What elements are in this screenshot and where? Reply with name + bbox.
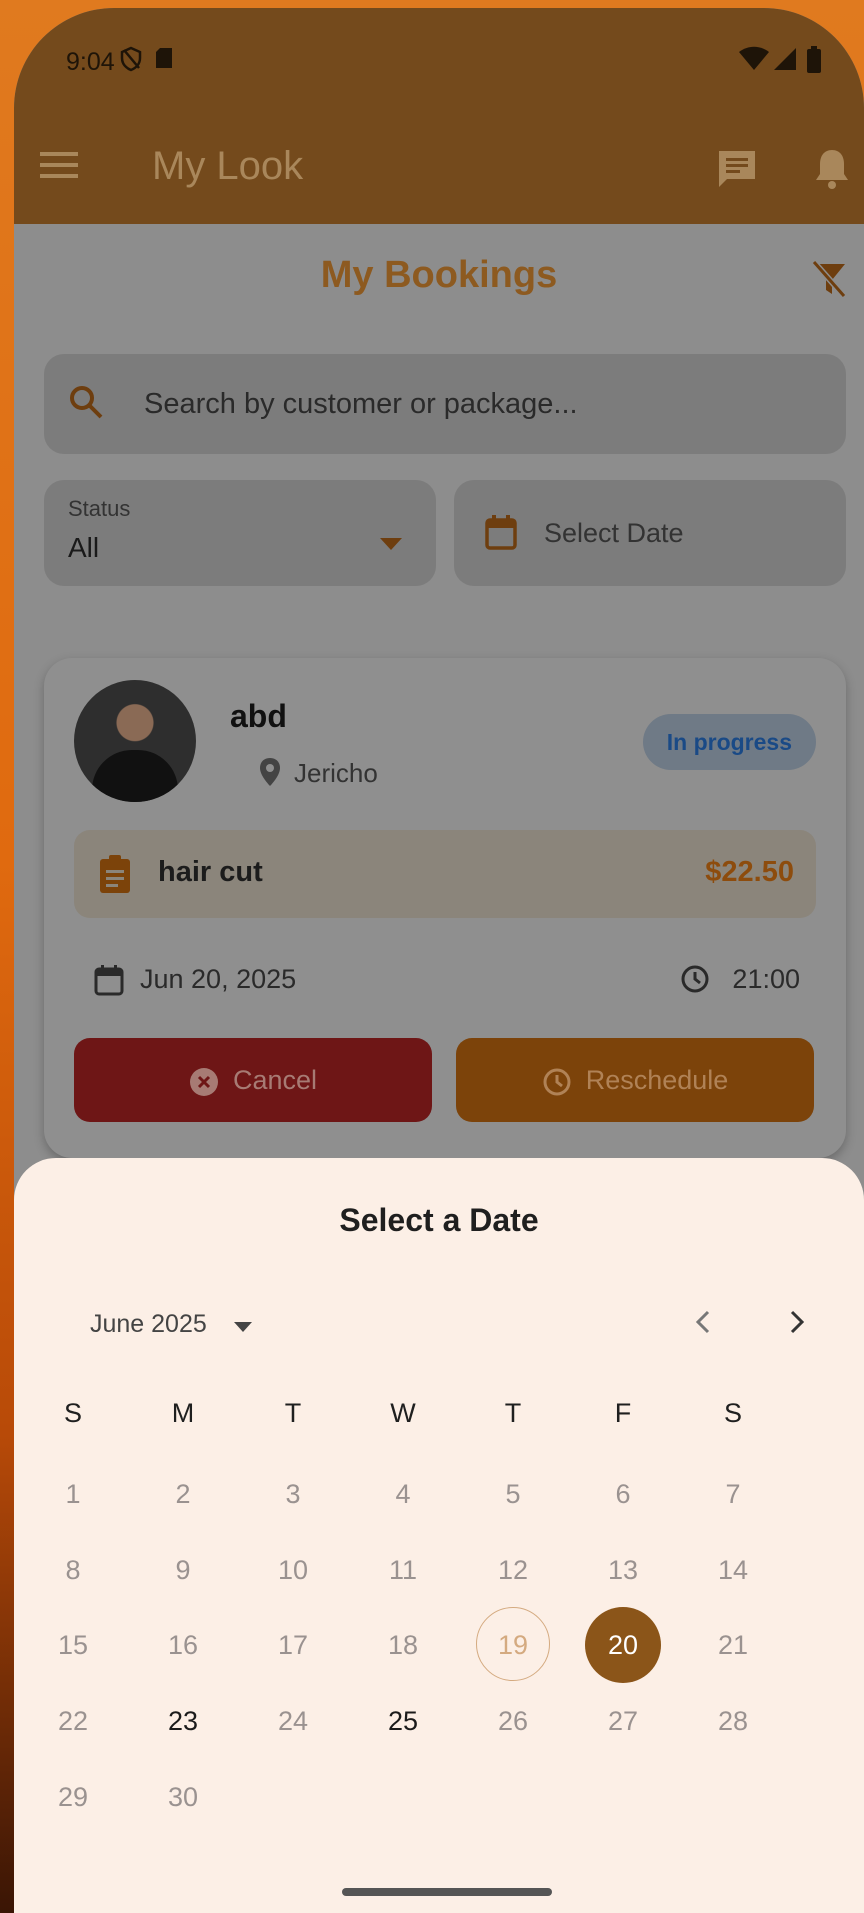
status-badge: In progress: [642, 714, 816, 770]
calendar-day: 18: [387, 1630, 419, 1660]
weekday-header: M: [171, 1398, 195, 1428]
package-price: $22.50: [705, 856, 794, 888]
page-title: My Bookings: [320, 254, 558, 296]
clear-filter-icon[interactable]: [810, 260, 848, 298]
calendar-day: 21: [717, 1630, 749, 1660]
customer-location: Jericho: [294, 758, 378, 788]
shield-icon: [120, 46, 142, 72]
menu-icon[interactable]: [40, 150, 78, 180]
chevron-down-icon[interactable]: [234, 1322, 252, 1332]
weekday-header: S: [723, 1398, 742, 1428]
calendar-day: 29: [57, 1782, 89, 1812]
avatar: [74, 680, 196, 802]
status-value: All: [68, 532, 100, 563]
reschedule-label: Reschedule: [585, 1065, 729, 1095]
calendar-day: 15: [57, 1630, 89, 1660]
calendar-day: 14: [717, 1555, 749, 1585]
reschedule-button[interactable]: Reschedule: [456, 1038, 814, 1122]
weekday-header: T: [284, 1398, 302, 1428]
calendar-day: 8: [65, 1555, 81, 1585]
status-dropdown[interactable]: Status All: [44, 480, 436, 586]
calendar-day: 22: [57, 1706, 89, 1736]
month-selector[interactable]: June 2025: [90, 1310, 207, 1339]
app-title: My Look: [152, 144, 304, 188]
package-row: hair cut $22.50: [74, 830, 816, 918]
search-input[interactable]: Search by customer or package...: [44, 354, 846, 454]
calendar-day: 16: [167, 1630, 199, 1660]
calendar-day: 7: [725, 1479, 741, 1509]
calendar-day: 26: [497, 1706, 529, 1736]
calendar-day: 9: [175, 1555, 191, 1585]
sheet-title: Select a Date: [339, 1202, 539, 1238]
clock-icon: [681, 965, 709, 993]
app-bar: My Look: [14, 108, 864, 224]
calendar-day: 2: [175, 1479, 191, 1509]
status-label: Status: [68, 496, 131, 521]
calendar-day: 3: [285, 1479, 301, 1509]
calendar-day: 17: [277, 1630, 309, 1660]
date-picker-sheet: Select a Date June 2025 SMTWTFS123456789…: [14, 1158, 864, 1913]
calendar-day: 1: [65, 1479, 81, 1509]
home-indicator: [342, 1888, 552, 1896]
weekday-header: F: [614, 1398, 632, 1428]
weekday-header: T: [504, 1398, 522, 1428]
bell-icon[interactable]: [814, 146, 850, 190]
date-filter-button[interactable]: Select Date: [454, 480, 846, 586]
weekday-header: S: [63, 1398, 82, 1428]
calendar-day: 12: [497, 1555, 529, 1585]
calendar-day: 5: [505, 1479, 521, 1509]
booking-time: 21:00: [732, 964, 800, 994]
signal-icon: [774, 48, 796, 70]
calendar-day: 19: [458, 1607, 568, 1683]
customer-name: abd: [230, 698, 287, 734]
weekday-header: W: [390, 1398, 416, 1428]
cancel-circle-icon: [189, 1067, 218, 1096]
status-time: 9:04: [66, 48, 115, 76]
chat-icon[interactable]: [716, 148, 758, 190]
calendar-day: 11: [388, 1555, 418, 1585]
date-filter-label: Select Date: [544, 518, 684, 548]
calendar-icon: [94, 965, 124, 996]
chevron-left-icon[interactable]: [690, 1308, 718, 1336]
search-placeholder: Search by customer or package...: [144, 388, 578, 420]
calendar-day: 6: [615, 1479, 631, 1509]
calendar-day: 10: [277, 1555, 309, 1585]
calendar-day: 28: [717, 1706, 749, 1736]
clipboard-icon: [100, 855, 130, 893]
wifi-icon: [739, 46, 769, 70]
cancel-label: Cancel: [232, 1065, 318, 1095]
booking-date: Jun 20, 2025: [140, 964, 297, 994]
location-pin-icon: [260, 758, 280, 786]
booking-card[interactable]: abd Jericho In progress hair cut $22.50 …: [44, 658, 846, 1158]
status-bar: 9:04: [14, 8, 864, 108]
calendar-day[interactable]: 20: [568, 1607, 678, 1683]
bookings-header: My Bookings: [14, 224, 864, 332]
calendar-day: 24: [277, 1706, 309, 1736]
clock-icon: [543, 1068, 571, 1096]
phone-screen: 9:04 My Look My Bookings Search by custo…: [14, 8, 864, 1913]
search-icon: [70, 386, 103, 419]
calendar-day: 27: [607, 1706, 639, 1736]
sd-card-icon: [156, 48, 172, 68]
filters-panel: Search by customer or package... Status …: [14, 332, 864, 612]
calendar-day: 4: [395, 1479, 411, 1509]
cancel-button[interactable]: Cancel: [74, 1038, 432, 1122]
chevron-down-icon: [380, 538, 402, 550]
calendar-day: 30: [167, 1782, 199, 1812]
calendar-day[interactable]: 25: [348, 1683, 458, 1759]
calendar-day[interactable]: 23: [128, 1683, 238, 1759]
chevron-right-icon[interactable]: [782, 1308, 810, 1336]
package-name: hair cut: [158, 856, 263, 888]
calendar-icon: [485, 515, 517, 550]
calendar-day: 13: [607, 1555, 639, 1585]
battery-icon: [807, 46, 821, 73]
